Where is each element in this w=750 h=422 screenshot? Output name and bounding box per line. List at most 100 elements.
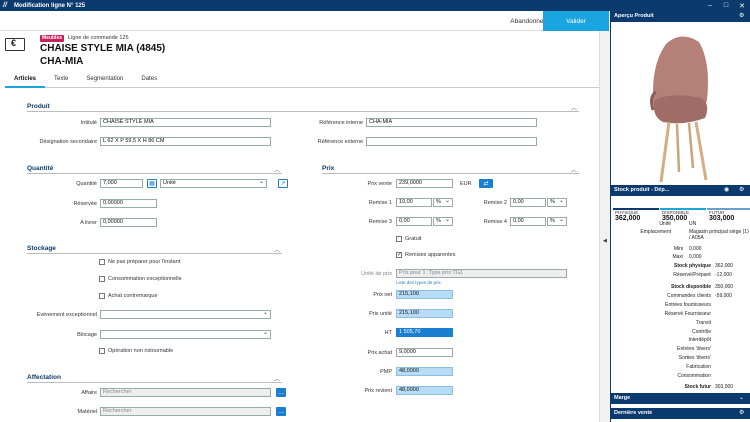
edit-icon[interactable]: ↗: [278, 179, 288, 188]
remise1-unit-select[interactable]: %: [433, 198, 453, 207]
unite-prix-field[interactable]: Prix pour 1 ,Type prix:TG1: [396, 269, 567, 278]
remise4-unit-select[interactable]: %: [547, 217, 567, 226]
gear-icon[interactable]: ⚙: [739, 408, 744, 419]
gear-icon[interactable]: ⚙: [739, 11, 744, 22]
remise2-field[interactable]: 0,00: [510, 198, 546, 207]
stock-row-label: Sorties 'divers': [678, 355, 711, 361]
reservee-field[interactable]: 0,00000: [100, 199, 157, 208]
section-title: Quantité: [27, 165, 54, 172]
line-subtitle: Ligne de commande 125: [68, 35, 129, 41]
unite-select[interactable]: Unité: [160, 179, 267, 188]
chair-illustration: [650, 36, 708, 183]
prix-vente-field[interactable]: 239,0000: [396, 179, 453, 188]
close-icon[interactable]: ✕: [734, 0, 750, 11]
affaire-search-input[interactable]: Rechercher: [100, 388, 271, 397]
marge-title: Marge: [614, 395, 631, 401]
ref-interne-field[interactable]: CHA-MIA: [366, 118, 537, 127]
achat-contremarque-label: Achat contremarque: [108, 293, 158, 299]
stock-box-futur: FUTUR 303,000: [707, 208, 750, 227]
blocage-select[interactable]: [100, 330, 271, 339]
prix-unite-label: Prix unité: [369, 311, 392, 317]
stock-row-label: Stock physique: [674, 263, 711, 269]
section-quantite-header[interactable]: Quantité ︿: [27, 165, 282, 174]
maxi-label: Maxi: [672, 254, 683, 260]
prix-achat-label: Prix achat: [367, 350, 392, 356]
section-stockage-header[interactable]: Stockage ︿: [27, 245, 282, 254]
chevron-up-icon[interactable]: ︿: [274, 165, 280, 174]
chevron-down-icon[interactable]: ⌄: [739, 393, 744, 404]
tab-dates[interactable]: Dates: [132, 72, 166, 88]
prix-achat-field[interactable]: 9,0000: [396, 348, 453, 357]
price-tools-button[interactable]: ⇄: [479, 179, 493, 188]
quantite-field[interactable]: 7,000: [100, 179, 143, 188]
stock-row-value: 362,000: [715, 263, 734, 269]
unite-value: UN: [689, 221, 697, 227]
stock-row-value: -12,000: [715, 272, 732, 278]
derniere-vente-header[interactable]: Dernière vente ⚙: [611, 408, 750, 419]
gear-icon[interactable]: ⚙: [739, 185, 744, 196]
materiel-more-button[interactable]: …: [276, 407, 286, 416]
chevron-up-icon[interactable]: ︿: [274, 245, 280, 254]
remise1-field[interactable]: 10,00: [396, 198, 432, 207]
section-title: Prix: [322, 165, 335, 172]
validate-button[interactable]: Valider: [543, 11, 609, 31]
affaire-more-button[interactable]: …: [276, 388, 286, 397]
alivrer-field[interactable]: 0,00000: [100, 218, 157, 227]
gratuit-checkbox[interactable]: [396, 236, 402, 242]
remises-apparentes-checkbox[interactable]: [396, 251, 402, 258]
tab-articles[interactable]: Articles: [5, 72, 46, 88]
materiel-search-input[interactable]: Rechercher: [100, 407, 271, 416]
chevron-up-icon[interactable]: ︿: [571, 103, 577, 112]
tab-segmentation[interactable]: Segmentation: [77, 72, 132, 88]
ref-externe-field[interactable]: [366, 137, 537, 146]
intitule-field[interactable]: CHAISE STYLE MIA: [100, 118, 271, 127]
prix-unite-field: 215,100: [396, 309, 453, 318]
consommation-checkbox[interactable]: [99, 276, 105, 282]
stock-row-label: Entrées 'divers': [677, 346, 711, 352]
apercu-header[interactable]: Aperçu Produit ⚙: [611, 11, 750, 22]
evenement-select[interactable]: [100, 310, 271, 319]
pmp-label: PMP: [380, 369, 392, 375]
unite-label: Unité: [659, 221, 671, 227]
remise4-label: Remise 4: [483, 219, 507, 225]
collapse-arrow-icon[interactable]: ◀: [603, 238, 607, 244]
derniere-vente-title: Dernière vente: [614, 410, 653, 416]
ref-interne-label: Référence interne: [319, 120, 363, 126]
banknote-icon: [5, 38, 25, 51]
eye-icon[interactable]: ◉: [724, 185, 729, 196]
remise4-field[interactable]: 0,00: [510, 217, 546, 226]
remise2-label: Remise 2: [483, 200, 507, 206]
achat-contremarque-checkbox[interactable]: [99, 293, 105, 299]
stock-row-label: Entrées fournisseurs: [665, 302, 711, 308]
calculator-icon[interactable]: ▦: [147, 179, 157, 188]
section-title: Stockage: [27, 245, 56, 252]
liste-types-prix-link[interactable]: Liste des types de prix: [396, 280, 441, 285]
section-affectation-header[interactable]: Affectation ︿: [27, 374, 282, 383]
remise3-field[interactable]: 0,00: [396, 217, 432, 226]
minimize-icon[interactable]: –: [702, 0, 718, 11]
maximize-icon[interactable]: □: [718, 0, 734, 11]
ne-pas-preparer-label: Ne pas préparer pour l'instant: [108, 259, 181, 265]
remise2-unit-select[interactable]: %: [547, 198, 567, 207]
chevron-up-icon[interactable]: ︿: [274, 374, 280, 383]
panel-splitter[interactable]: ◀: [599, 31, 610, 422]
section-produit-header[interactable]: Produit ︿: [27, 103, 579, 112]
consommation-label: Consommation exceptionnelle: [108, 276, 182, 282]
stock-header[interactable]: Stock produit - Dép... ◉ ⚙: [611, 185, 750, 196]
stock-row-label: Commandes clients: [667, 293, 711, 299]
chevron-up-icon[interactable]: ︿: [571, 165, 577, 174]
emplacement-value: Magasin principal siège (1) / A05A: [689, 229, 749, 241]
category-badge: Meubles: [40, 35, 65, 42]
materiel-label: Matériel: [77, 409, 97, 415]
operation-checkbox[interactable]: [99, 348, 105, 354]
tab-texte[interactable]: Texte: [45, 72, 77, 88]
alivrer-label: A livrer: [80, 220, 97, 226]
prix-net-label: Prix net: [373, 292, 392, 298]
remise3-unit-select[interactable]: %: [433, 217, 453, 226]
ne-pas-preparer-checkbox[interactable]: [99, 259, 105, 265]
marge-header[interactable]: Marge ⌄: [611, 393, 750, 404]
designation-field[interactable]: L 62 X P 59,5 X H 86 CM: [100, 137, 271, 146]
section-prix-header[interactable]: Prix ︿: [322, 165, 579, 174]
app-logo: //: [3, 2, 7, 9]
product-image: [611, 22, 750, 192]
